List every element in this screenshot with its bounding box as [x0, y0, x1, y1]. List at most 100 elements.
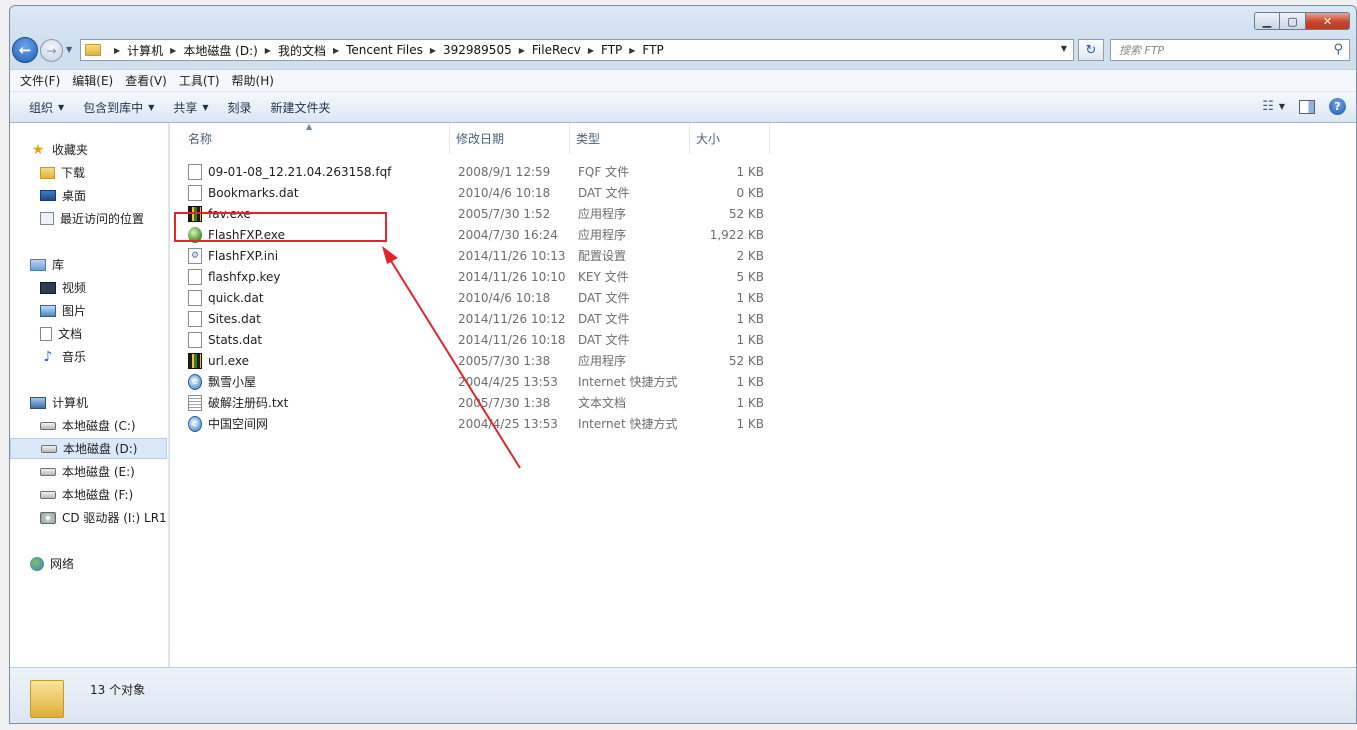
nav-item-label: 视频	[62, 281, 87, 295]
breadcrumb-segment[interactable]: ▶ FTP	[581, 43, 622, 57]
dropdown-caret-icon: ▼	[58, 102, 65, 112]
file-row[interactable]: flashfxp.key 2014/11/26 10:10 KEY 文件 5 KB	[170, 266, 770, 287]
file-name-cell[interactable]: Stats.dat	[188, 329, 443, 350]
breadcrumb-chevron-icon[interactable]: ▶	[430, 46, 436, 55]
breadcrumb-segment[interactable]: ▶ FileRecv	[512, 43, 581, 57]
file-row[interactable]: ⚙ FlashFXP.ini 2014/11/26 10:13 配置设置 2 KB	[170, 245, 770, 266]
text-file-icon	[188, 394, 202, 411]
file-name-cell[interactable]: Sites.dat	[188, 308, 443, 329]
column-name[interactable]: 名称	[182, 123, 450, 154]
breadcrumb-chevron-icon[interactable]: ▶	[588, 46, 594, 55]
column-header-row: ▲ 名称 修改日期 类型 大小	[170, 123, 770, 154]
menu-item[interactable]: 帮助(H)	[226, 72, 280, 89]
preview-pane-icon[interactable]	[1299, 99, 1315, 114]
breadcrumb-chevron-icon[interactable]: ▶	[333, 46, 339, 55]
breadcrumb-chevron-icon[interactable]: ▶	[519, 46, 525, 55]
nav-item[interactable]: 桌面	[10, 185, 167, 206]
nav-item[interactable]: CD 驱动器 (I:) LR11	[10, 507, 169, 528]
search-icon[interactable]: ⚲	[1333, 42, 1343, 57]
command-button[interactable]: 刻录	[221, 99, 264, 116]
forward-button[interactable]: →	[40, 39, 63, 62]
nav-item[interactable]: 下载	[10, 162, 167, 183]
menu-item[interactable]: 查看(V)	[119, 72, 173, 89]
breadcrumb-chevron-icon[interactable]: ▶	[170, 46, 176, 55]
nav-item[interactable]: 本地磁盘 (D:)	[10, 438, 167, 459]
file-row[interactable]: quick.dat 2010/4/6 10:18 DAT 文件 1 KB	[170, 287, 770, 308]
file-name-cell[interactable]: e 飘雪小屋	[188, 371, 443, 392]
menu-item[interactable]: 工具(T)	[173, 72, 226, 89]
file-row[interactable]: Stats.dat 2014/11/26 10:18 DAT 文件 1 KB	[170, 329, 770, 350]
file-row[interactable]: 09-01-08_12.21.04.263158.fqf 2008/9/1 12:…	[170, 161, 770, 182]
breadcrumb-label: FileRecv	[531, 43, 581, 57]
address-bar[interactable]: ▶ 计算机 ▶ 本地磁盘 (D:) ▶ 我的文档 ▶ Tencent Files ▶ 392989…	[80, 39, 1074, 61]
nav-item[interactable]: 本地磁盘 (C:)	[10, 415, 167, 436]
nav-item[interactable]: 文档	[10, 323, 167, 344]
minimize-button[interactable]: ▁	[1254, 12, 1280, 30]
file-row[interactable]: url.exe 2005/7/30 1:38 应用程序 52 KB	[170, 350, 770, 371]
file-name-cell[interactable]: e 中国空间网	[188, 413, 443, 434]
file-name: FlashFXP.ini	[208, 248, 279, 263]
file-type: 配置设置	[578, 249, 627, 263]
file-name: Sites.dat	[208, 311, 261, 326]
change-view-icon[interactable]: ☷	[1262, 99, 1274, 114]
internet-shortcut-icon: e	[188, 415, 202, 432]
nav-item[interactable]: ♪ 音乐	[10, 346, 167, 367]
column-date[interactable]: 修改日期	[450, 123, 570, 154]
menu-item[interactable]: 文件(F)	[14, 72, 66, 89]
file-row[interactable]: e 中国空间网 2004/4/25 13:53 Internet 快捷方式 1 KB	[170, 413, 770, 434]
help-icon[interactable]: ?	[1329, 98, 1346, 115]
file-name-cell[interactable]: ⚙ FlashFXP.ini	[188, 245, 443, 266]
breadcrumb-chevron-icon[interactable]: ▶	[629, 46, 635, 55]
nav-item-label: 下载	[61, 166, 86, 180]
menu-item[interactable]: 编辑(E)	[66, 72, 119, 89]
file-name-cell[interactable]: 破解注册码.txt	[188, 392, 443, 413]
command-button[interactable]: 包含到库中 ▼	[76, 99, 166, 116]
file-name-cell[interactable]: flashfxp.key	[188, 266, 443, 287]
file-name-cell[interactable]: 09-01-08_12.21.04.263158.fqf	[188, 161, 443, 182]
nav-item[interactable]: 本地磁盘 (E:)	[10, 461, 167, 482]
file-row[interactable]: 破解注册码.txt 2005/7/30 1:38 文本文档 1 KB	[170, 392, 770, 413]
view-dropdown-icon[interactable]: ▼	[1279, 102, 1285, 111]
file-row[interactable]: Bookmarks.dat 2010/4/6 10:18 DAT 文件 0 KB	[170, 182, 770, 203]
file-icon	[188, 268, 202, 285]
nav-item[interactable]: 图片	[10, 300, 167, 321]
nav-item-label: CD 驱动器 (I:) LR11	[62, 511, 169, 525]
refresh-button[interactable]: ↻	[1078, 39, 1104, 61]
nav-item[interactable]: 本地磁盘 (F:)	[10, 484, 167, 505]
file-row[interactable]: Sites.dat 2014/11/26 10:12 DAT 文件 1 KB	[170, 308, 770, 329]
breadcrumb-chevron-icon[interactable]: ▶	[265, 46, 271, 55]
file-name-cell[interactable]: url.exe	[188, 350, 443, 371]
nav-item[interactable]: 库	[10, 254, 167, 275]
file-type: 应用程序	[578, 354, 627, 368]
column-type[interactable]: 类型	[570, 123, 690, 154]
file-name-cell[interactable]: quick.dat	[188, 287, 443, 308]
command-button[interactable]: 共享 ▼	[166, 99, 220, 116]
nav-item[interactable]: 视频	[10, 277, 167, 298]
breadcrumb-segment[interactable]: ▶ 我的文档	[258, 42, 326, 59]
file-date: 2014/11/26 10:12	[458, 311, 566, 326]
breadcrumb-segment[interactable]: ▶ 计算机	[107, 42, 163, 59]
command-button[interactable]: 组织 ▼	[22, 99, 76, 116]
nav-item[interactable]: 计算机	[10, 392, 167, 413]
breadcrumb-chevron-icon[interactable]: ▶	[114, 46, 120, 55]
breadcrumb-segment[interactable]: ▶ FTP	[622, 43, 663, 57]
breadcrumb-segment[interactable]: ▶ 本地磁盘 (D:)	[163, 42, 258, 59]
command-label: 刻录	[227, 100, 252, 115]
file-row[interactable]: e 飘雪小屋 2004/4/25 13:53 Internet 快捷方式 1 KB	[170, 371, 770, 392]
file-icon	[188, 289, 202, 306]
breadcrumb-segment[interactable]: ▶ 392989505	[423, 43, 512, 57]
column-size[interactable]: 大小	[690, 123, 770, 154]
address-dropdown-icon[interactable]: ▼	[1061, 44, 1067, 53]
file-name-cell[interactable]: Bookmarks.dat	[188, 182, 443, 203]
back-button[interactable]: ←	[12, 37, 38, 63]
maximize-button[interactable]: ▢	[1280, 12, 1306, 30]
nav-item[interactable]: 网络	[10, 553, 167, 574]
nav-item[interactable]: ★ 收藏夹	[10, 139, 167, 160]
breadcrumb-segment[interactable]: ▶ Tencent Files	[326, 43, 423, 57]
search-input[interactable]: 搜索 FTP ⚲	[1110, 39, 1350, 61]
nav-item[interactable]: 最近访问的位置	[10, 208, 167, 229]
close-button[interactable]: ✕	[1306, 12, 1350, 30]
command-button[interactable]: 新建文件夹	[264, 99, 343, 116]
nav-item-label: 本地磁盘 (E:)	[62, 465, 135, 479]
recent-pages-dropdown[interactable]: ▼	[66, 45, 72, 54]
